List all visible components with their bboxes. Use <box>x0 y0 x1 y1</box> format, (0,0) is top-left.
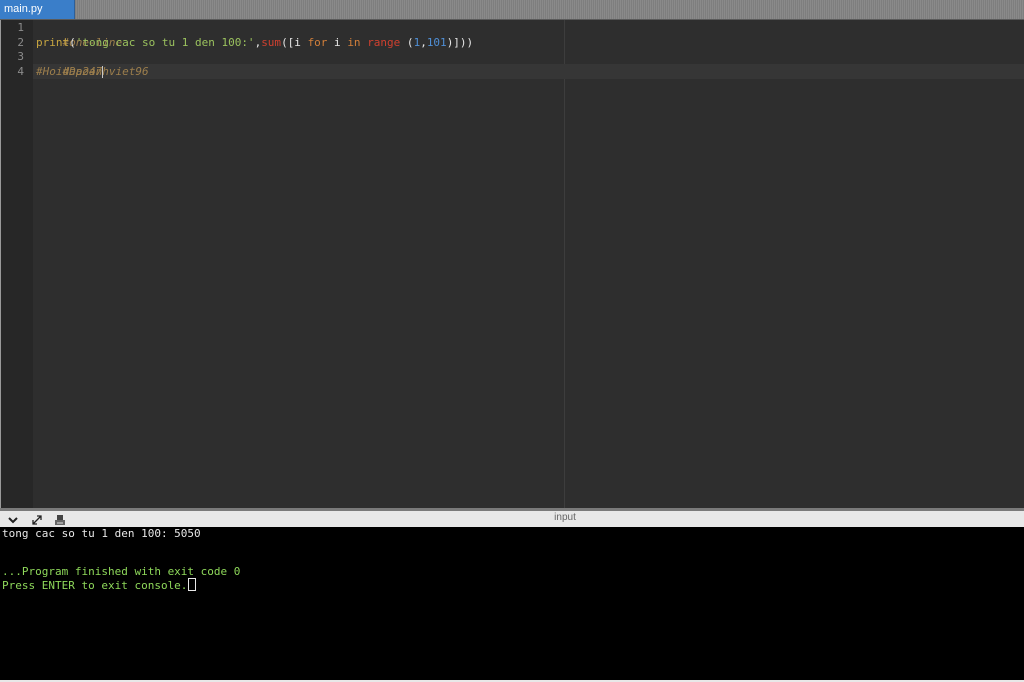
code-line-1: #one-line <box>36 21 123 49</box>
press-enter-line: Press ENTER to exit console. <box>2 578 197 592</box>
clear-console-icon[interactable] <box>53 514 67 526</box>
tab-main-py[interactable]: main.py <box>0 0 75 19</box>
chevron-down-icon[interactable] <box>6 514 20 526</box>
punct-token: , <box>420 35 427 49</box>
builtin-token: sum <box>261 35 282 49</box>
press-enter-text: Press ENTER to exit console. <box>2 579 188 592</box>
print-margin <box>564 20 565 508</box>
punct-token: )])) <box>446 35 474 49</box>
console-cursor <box>188 578 197 591</box>
exit-status-line: ...Program finished with exit code 0 <box>2 565 241 578</box>
program-output-line: tong cac so tu 1 den 100: 5050 <box>2 527 201 540</box>
code-editor[interactable]: 1 2 3 4 #one-line print('tong cac so tu … <box>0 20 1024 508</box>
tab-bar: main.py <box>0 0 1024 20</box>
expand-arrows-icon[interactable] <box>30 514 44 526</box>
plain-token: i <box>327 35 348 49</box>
line-number: 2 <box>17 35 24 49</box>
code-line-3: #Daoanhviet96 <box>36 50 149 78</box>
line-number: 1 <box>17 21 24 34</box>
punct-token: ( <box>69 35 76 49</box>
code-line-4: #Hoidap247 <box>36 64 104 80</box>
string-token: 'tong cac so tu 1 den 100:' <box>75 35 255 49</box>
keyword-token: for <box>307 35 328 49</box>
text-cursor <box>102 65 104 78</box>
function-token: print <box>36 35 70 49</box>
console-output[interactable]: tong cac so tu 1 den 100: 5050 ...Progra… <box>0 527 1024 680</box>
console-input-label[interactable]: input <box>540 512 590 523</box>
code-line-2: print('tong cac so tu 1 den 100:',sum([i… <box>36 36 473 51</box>
comment-token: #Hoidap247 <box>36 64 103 78</box>
plain-token: ([i <box>281 35 308 49</box>
console-toolbar: input <box>0 508 1024 527</box>
number-token: 101 <box>426 35 447 49</box>
line-number: 4 <box>17 64 24 78</box>
builtin-token: range <box>367 35 401 49</box>
active-line-highlight <box>33 64 1024 79</box>
line-number: 3 <box>17 50 24 63</box>
keyword-token: in <box>347 35 361 49</box>
line-number-gutter: 1 2 3 4 <box>0 20 33 508</box>
plain-token: ( <box>400 35 414 49</box>
